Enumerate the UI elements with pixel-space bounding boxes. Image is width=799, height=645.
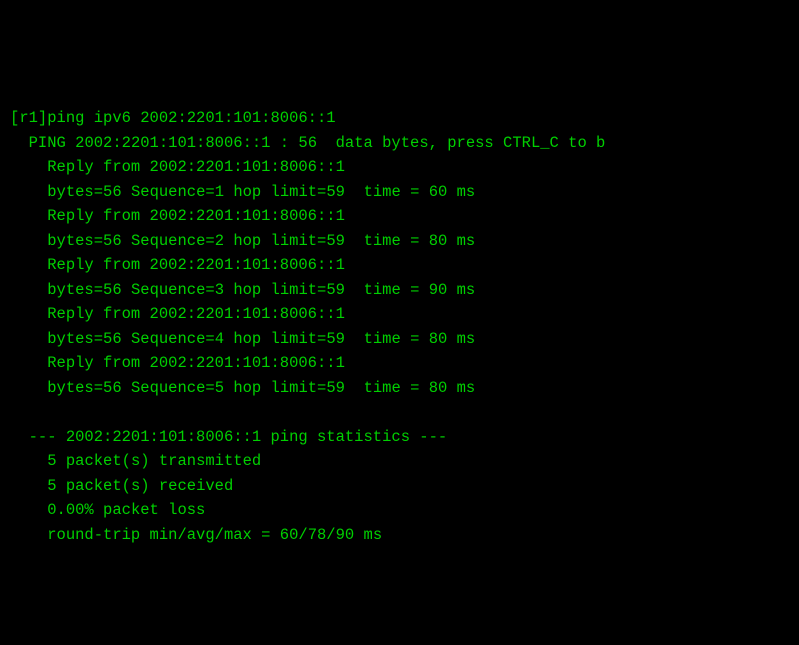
seq-val: 4 — [215, 330, 224, 348]
seq-label: Sequence — [131, 183, 205, 201]
bytes-label: bytes — [47, 281, 94, 299]
time-val: 80 — [429, 379, 448, 397]
rtt-label: round-trip min/avg/max — [47, 526, 252, 544]
ms-label: ms — [457, 330, 476, 348]
time-label: time — [364, 232, 401, 250]
reply-detail: bytes=56 Sequence=5 hop limit=59 time = … — [10, 379, 475, 397]
time-label: time — [364, 281, 401, 299]
stats-target: 2002:2201:101:8006::1 — [66, 428, 261, 446]
ms-label: ms — [457, 183, 476, 201]
seq-label: Sequence — [131, 330, 205, 348]
stats-rtt: round-trip min/avg/max = 60/78/90 ms — [10, 526, 382, 544]
reply-from: 2002:2201:101:8006::1 — [150, 207, 345, 225]
hop-label: hop limit — [233, 330, 317, 348]
reply-from-label: Reply from — [47, 207, 140, 225]
seq-val: 3 — [215, 281, 224, 299]
stats-received: 5 packet(s) received — [10, 477, 233, 495]
hop-val: 59 — [326, 330, 345, 348]
reply-line: Reply from 2002:2201:101:8006::1 — [10, 158, 345, 176]
prompt-line: [r1]ping ipv6 2002:2201:101:8006::1 — [10, 109, 336, 127]
hop-label: hop limit — [233, 281, 317, 299]
ping-size: 56 — [298, 134, 317, 152]
reply-from: 2002:2201:101:8006::1 — [150, 158, 345, 176]
stats-loss: 0.00% packet loss — [10, 501, 205, 519]
time-val: 90 — [429, 281, 448, 299]
seq-label: Sequence — [131, 379, 205, 397]
time-val: 60 — [429, 183, 448, 201]
stats-title: ping statistics — [270, 428, 410, 446]
stats-tx-label: packet(s) transmitted — [66, 452, 261, 470]
reply-detail: bytes=56 Sequence=4 hop limit=59 time = … — [10, 330, 475, 348]
seq-val: 5 — [215, 379, 224, 397]
bytes-val: 56 — [103, 379, 122, 397]
reply-line: Reply from 2002:2201:101:8006::1 — [10, 207, 345, 225]
bytes-val: 56 — [103, 183, 122, 201]
prompt-command: ping ipv6 2002:2201:101:8006::1 — [47, 109, 335, 127]
reply-from-label: Reply from — [47, 305, 140, 323]
reply-detail: bytes=56 Sequence=2 hop limit=59 time = … — [10, 232, 475, 250]
stats-loss-val: 0.00% — [47, 501, 94, 519]
bytes-label: bytes — [47, 330, 94, 348]
hop-label: hop limit — [233, 183, 317, 201]
ms-label: ms — [457, 281, 476, 299]
stats-rx-val: 5 — [47, 477, 56, 495]
reply-line: Reply from 2002:2201:101:8006::1 — [10, 256, 345, 274]
terminal-output: [r1]ping ipv6 2002:2201:101:8006::1 PING… — [10, 82, 789, 548]
seq-val: 2 — [215, 232, 224, 250]
rtt-max: 90 — [336, 526, 355, 544]
hop-val: 59 — [326, 281, 345, 299]
stats-rx-label: packet(s) received — [66, 477, 233, 495]
time-label: time — [364, 379, 401, 397]
bytes-val: 56 — [103, 281, 122, 299]
bytes-label: bytes — [47, 379, 94, 397]
stats-header: --- 2002:2201:101:8006::1 ping statistic… — [10, 428, 447, 446]
hop-label: hop limit — [233, 232, 317, 250]
ping-header: PING 2002:2201:101:8006::1 : 56 data byt… — [10, 134, 605, 152]
reply-from-label: Reply from — [47, 256, 140, 274]
reply-from-label: Reply from — [47, 158, 140, 176]
bytes-val: 56 — [103, 330, 122, 348]
reply-from-label: Reply from — [47, 354, 140, 372]
stats-loss-label: packet loss — [103, 501, 205, 519]
time-val: 80 — [429, 330, 448, 348]
ping-label: PING — [29, 134, 66, 152]
stats-tx-val: 5 — [47, 452, 56, 470]
ms-label: ms — [457, 232, 476, 250]
hop-label: hop limit — [233, 379, 317, 397]
reply-from: 2002:2201:101:8006::1 — [150, 305, 345, 323]
reply-from: 2002:2201:101:8006::1 — [150, 354, 345, 372]
blank-line — [10, 403, 19, 421]
rtt-avg: 78 — [308, 526, 327, 544]
seq-val: 1 — [215, 183, 224, 201]
seq-label: Sequence — [131, 232, 205, 250]
bytes-label: bytes — [47, 232, 94, 250]
hop-val: 59 — [326, 183, 345, 201]
bytes-label: bytes — [47, 183, 94, 201]
time-label: time — [364, 183, 401, 201]
ping-after: data bytes, press CTRL_C to b — [336, 134, 606, 152]
reply-line: Reply from 2002:2201:101:8006::1 — [10, 354, 345, 372]
reply-detail: bytes=56 Sequence=3 hop limit=59 time = … — [10, 281, 475, 299]
seq-label: Sequence — [131, 281, 205, 299]
reply-line: Reply from 2002:2201:101:8006::1 — [10, 305, 345, 323]
time-label: time — [364, 330, 401, 348]
hop-val: 59 — [326, 232, 345, 250]
rtt-unit: ms — [364, 526, 383, 544]
hop-val: 59 — [326, 379, 345, 397]
bytes-val: 56 — [103, 232, 122, 250]
ping-target: 2002:2201:101:8006::1 — [75, 134, 270, 152]
reply-detail: bytes=56 Sequence=1 hop limit=59 time = … — [10, 183, 475, 201]
time-val: 80 — [429, 232, 448, 250]
stats-transmitted: 5 packet(s) transmitted — [10, 452, 261, 470]
reply-from: 2002:2201:101:8006::1 — [150, 256, 345, 274]
ms-label: ms — [457, 379, 476, 397]
rtt-min: 60 — [280, 526, 299, 544]
prompt-host: r1 — [19, 109, 38, 127]
